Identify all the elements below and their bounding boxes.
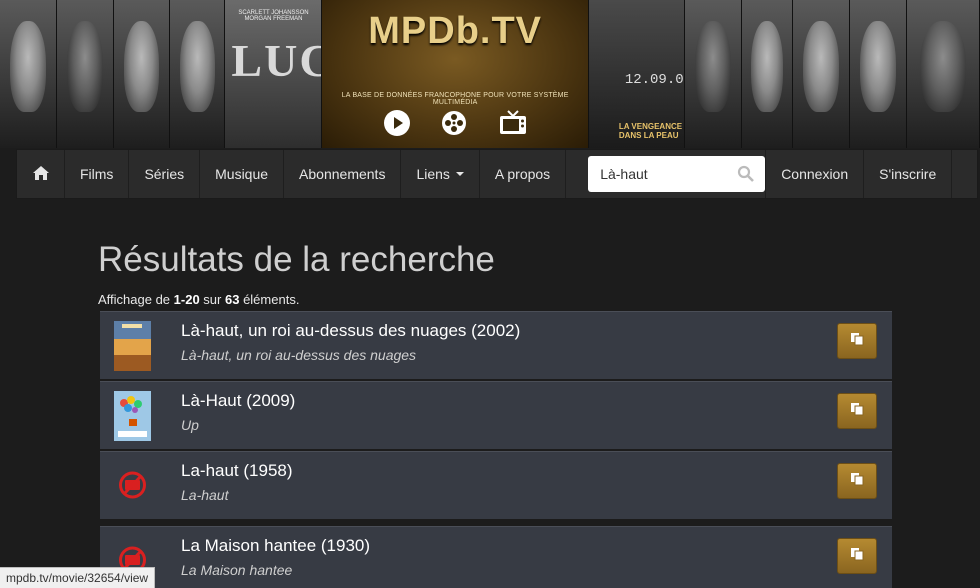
poster-title: LUCY <box>231 35 321 86</box>
site-tagline: LA BASE DE DONNÉES FRANCOPHONE POUR VOTR… <box>341 92 569 106</box>
nav-liens-dropdown[interactable]: Liens <box>401 150 480 198</box>
banner-poster-lucy: SCARLETT JOHANSSON MORGAN FREEMAN LUCY <box>225 0 323 148</box>
banner-photo <box>170 0 226 148</box>
play-icon[interactable] <box>382 108 412 138</box>
nav-connexion[interactable]: Connexion <box>766 150 865 198</box>
search-icon[interactable] <box>737 165 755 183</box>
copy-button[interactable] <box>837 323 877 359</box>
movie-poster-thumb[interactable] <box>114 321 151 371</box>
nav-abonnements[interactable]: Abonnements <box>284 150 402 198</box>
search-form <box>566 150 767 198</box>
summary-suffix: éléments. <box>239 292 300 307</box>
result-original-title: Là-haut, un roi au-dessus des nuages <box>181 347 417 363</box>
nav-home[interactable] <box>17 150 65 198</box>
copy-icon <box>850 402 864 421</box>
nav-liens-label: Liens <box>416 166 450 182</box>
result-row[interactable]: Là-haut, un roi au-dessus des nuages (20… <box>100 311 892 379</box>
copy-button[interactable] <box>837 463 877 499</box>
media-icons <box>322 108 587 138</box>
browser-status-url: mpdb.tv/movie/32654/view <box>0 567 156 588</box>
caret-down-icon <box>455 172 464 176</box>
no-image-icon[interactable] <box>114 461 151 511</box>
poster-title: LA VENGEANCE DANS LA PEAU <box>618 122 683 140</box>
home-icon <box>32 165 49 183</box>
poster-date: 12.09.07 <box>624 72 684 88</box>
result-row[interactable]: Là-Haut (2009) Up <box>100 381 892 449</box>
summary-range: 1-20 <box>173 292 200 307</box>
result-row[interactable]: La Maison hantee (1930) La Maison hantee <box>100 526 892 588</box>
banner-photo <box>113 0 171 148</box>
site-banner: SCARLETT JOHANSSON MORGAN FREEMAN LUCY M… <box>0 0 980 148</box>
logo-block[interactable]: MPDb.TV LA BASE DE DONNÉES FRANCOPHONE P… <box>322 0 588 148</box>
result-original-title: La-haut <box>181 487 229 503</box>
banner-photo <box>906 0 980 148</box>
summary-total: 63 <box>224 292 240 307</box>
copy-icon <box>850 332 864 351</box>
poster-credits: SCARLETT JOHANSSON MORGAN FREEMAN <box>238 10 309 22</box>
banner-photo <box>684 0 742 148</box>
nav-apropos[interactable]: A propos <box>480 150 567 198</box>
banner-photo <box>849 0 907 148</box>
film-reel-icon[interactable] <box>440 108 470 138</box>
nav-inscrire[interactable]: S'inscrire <box>864 150 953 198</box>
copy-icon <box>850 472 864 491</box>
tv-icon[interactable] <box>498 108 528 138</box>
result-title[interactable]: La-haut (1958) <box>181 461 293 481</box>
copy-icon <box>850 547 864 566</box>
search-box <box>588 156 766 192</box>
site-logo[interactable]: MPDb.TV <box>322 10 587 53</box>
result-title[interactable]: La Maison hantee (1930) <box>181 536 370 556</box>
summary-mid: sur <box>199 292 225 307</box>
copy-button[interactable] <box>837 538 877 574</box>
page-title: Résultats de la recherche <box>98 240 495 279</box>
result-title[interactable]: Là-haut, un roi au-dessus des nuages (20… <box>181 321 520 341</box>
nav-series[interactable]: Séries <box>129 150 201 198</box>
summary-prefix: Affichage de <box>98 292 174 307</box>
movie-poster-thumb[interactable] <box>114 391 151 441</box>
banner-poster-bourne: 12.09.07 LA VENGEANCE DANS LA PEAU <box>587 0 685 148</box>
result-row[interactable]: La-haut (1958) La-haut <box>100 451 892 519</box>
banner-photo <box>0 0 57 148</box>
result-title[interactable]: Là-Haut (2009) <box>181 391 295 411</box>
results-summary: Affichage de 1-20 sur 63 éléments. <box>98 292 299 307</box>
nav-films[interactable]: Films <box>65 150 130 198</box>
banner-photo <box>741 0 794 148</box>
nav-musique[interactable]: Musique <box>200 150 285 198</box>
main-navbar: Films Séries Musique Abonnements Liens A… <box>16 149 978 199</box>
banner-photo <box>56 0 114 148</box>
banner-photo <box>793 0 850 148</box>
copy-button[interactable] <box>837 393 877 429</box>
result-original-title: La Maison hantee <box>181 562 293 578</box>
result-original-title: Up <box>181 417 199 433</box>
